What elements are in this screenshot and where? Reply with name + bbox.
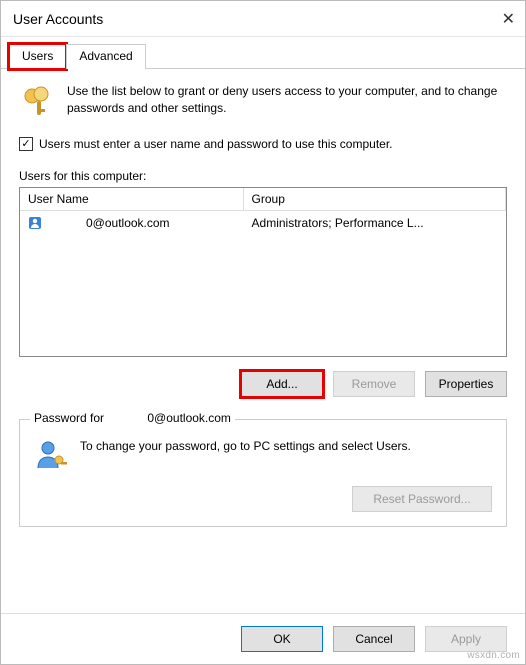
dialog-footer: OK Cancel Apply	[1, 613, 525, 664]
tab-content-users: Use the list below to grant or deny user…	[1, 69, 525, 613]
password-groupbox: Password for ······0@outlook.com To chan…	[19, 419, 507, 527]
column-group[interactable]: Group	[244, 188, 506, 210]
intro-text: Use the list below to grant or deny user…	[67, 83, 507, 119]
close-icon[interactable]: ✕	[475, 9, 515, 29]
intro-row: Use the list below to grant or deny user…	[19, 83, 507, 119]
remove-button: Remove	[333, 371, 415, 397]
password-groupbox-legend: Password for ······0@outlook.com	[30, 411, 235, 425]
window-title: User Accounts	[13, 11, 103, 27]
titlebar: User Accounts ✕	[1, 1, 525, 37]
cell-group: Administrators; Performance L...	[244, 214, 506, 232]
require-password-checkbox[interactable]: ✓	[19, 137, 33, 151]
require-password-label: Users must enter a user name and passwor…	[39, 137, 393, 151]
keys-users-icon	[19, 83, 55, 119]
tab-strip: Users Advanced	[1, 37, 525, 69]
listview-header: User Name Group	[20, 188, 506, 211]
apply-button: Apply	[425, 626, 507, 652]
user-key-icon	[34, 438, 68, 472]
tab-users[interactable]: Users	[9, 44, 66, 69]
password-help-text: To change your password, go to PC settin…	[80, 438, 411, 472]
users-list-label: Users for this computer:	[19, 169, 507, 183]
user-buttons-row: Add... Remove Properties	[19, 371, 507, 397]
require-password-checkbox-row[interactable]: ✓ Users must enter a user name and passw…	[19, 137, 507, 151]
add-button[interactable]: Add...	[241, 371, 323, 397]
user-accounts-dialog: User Accounts ✕ Users Advanced Use the l…	[0, 0, 526, 665]
reset-password-button: Reset Password...	[352, 486, 492, 512]
table-row[interactable]: ········0@outlook.com Administrators; Pe…	[20, 211, 506, 235]
watermark: wsxdn.com	[467, 650, 520, 661]
properties-button[interactable]: Properties	[425, 371, 507, 397]
cancel-button[interactable]: Cancel	[333, 626, 415, 652]
cell-user-name: ········0@outlook.com	[20, 214, 244, 232]
tab-advanced[interactable]: Advanced	[66, 44, 145, 69]
ok-button[interactable]: OK	[241, 626, 323, 652]
users-listview[interactable]: User Name Group ········0@outlook.com Ad…	[19, 187, 507, 357]
column-user-name[interactable]: User Name	[20, 188, 244, 210]
user-icon	[28, 216, 42, 230]
